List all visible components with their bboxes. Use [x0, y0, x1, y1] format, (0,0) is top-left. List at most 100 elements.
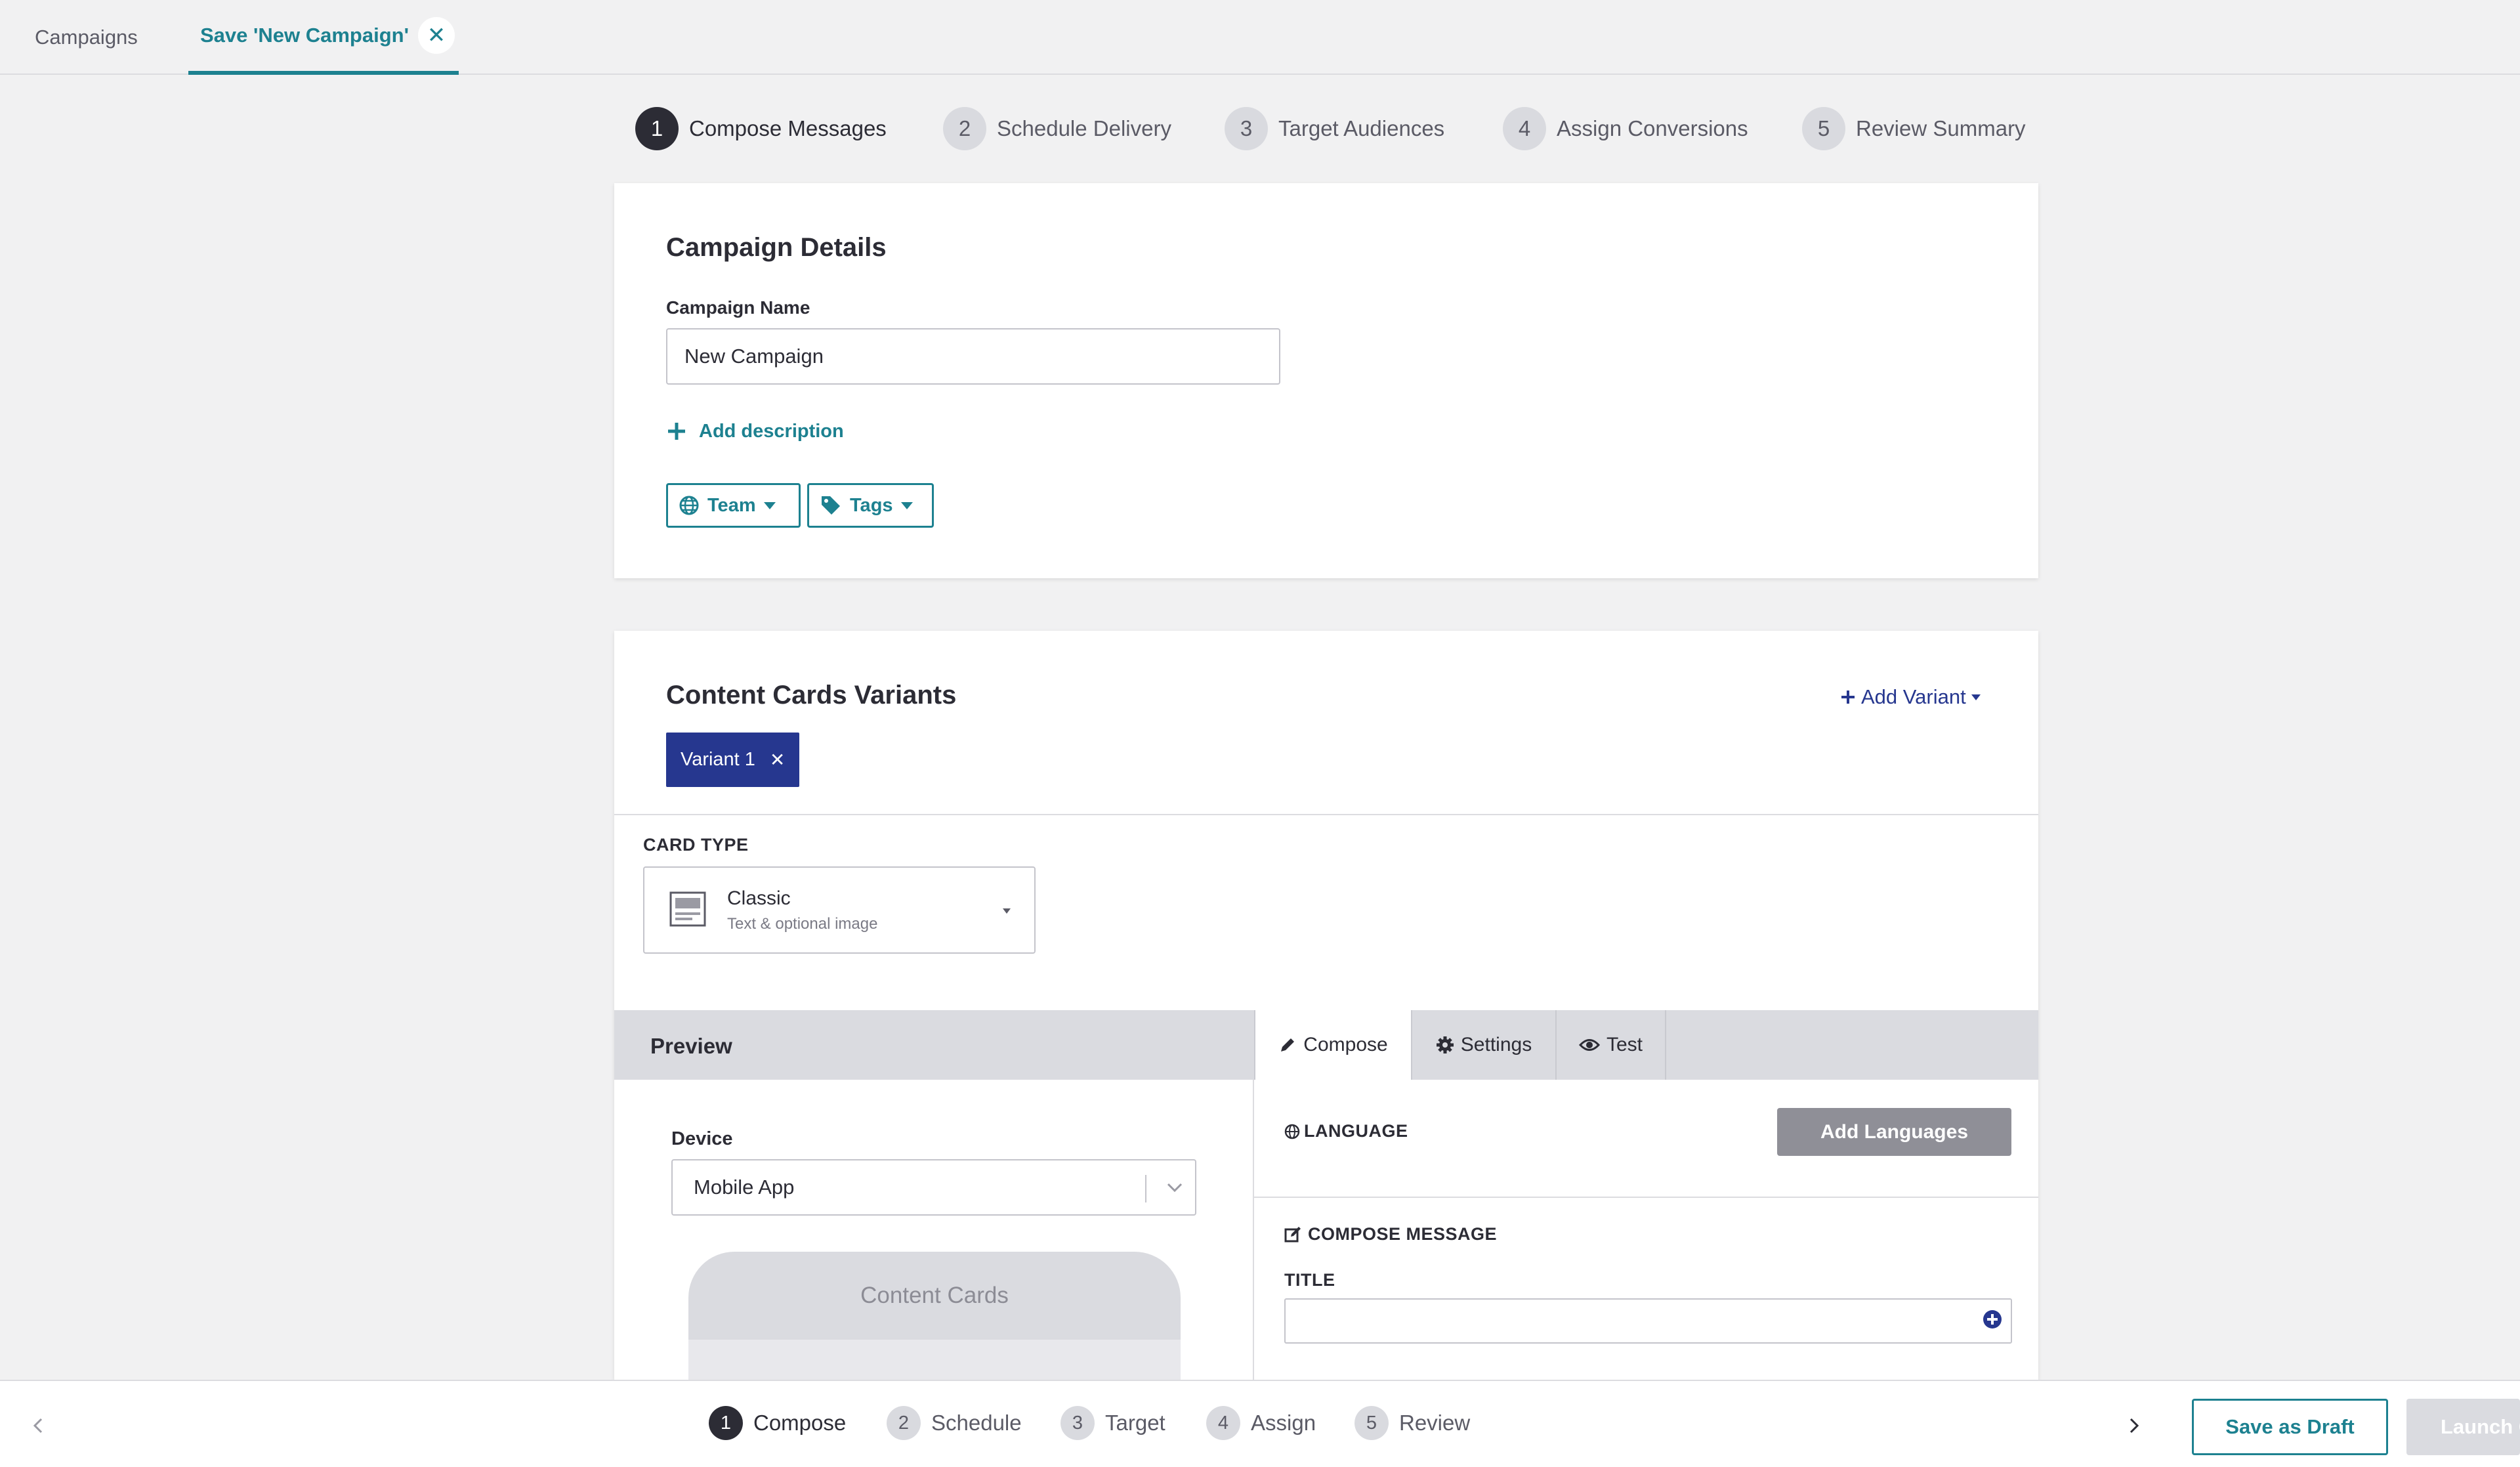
step-number: 1: [635, 107, 679, 150]
close-icon[interactable]: ✕: [417, 17, 455, 54]
divider: [1145, 1175, 1146, 1202]
chevron-down-icon: [1971, 694, 1981, 700]
card-type-label: CARD TYPE: [643, 835, 749, 855]
device-value: Mobile App: [694, 1176, 795, 1199]
divider: [614, 814, 2038, 815]
globe-icon: [1284, 1124, 1300, 1139]
tab-campaigns[interactable]: Campaigns: [35, 0, 138, 75]
step-number: 2: [943, 107, 986, 150]
variant-tab-1[interactable]: Variant 1 ✕: [666, 733, 800, 787]
step-number: 2: [887, 1406, 921, 1440]
bottom-step-assign[interactable]: 4 Assign: [1206, 1404, 1316, 1442]
gear-icon: [1436, 1036, 1454, 1053]
save-as-draft-button[interactable]: Save as Draft: [2192, 1399, 2388, 1455]
chevron-down-icon: [1167, 1183, 1183, 1193]
step-label: Compose Messages: [689, 116, 887, 140]
variants-title: Content Cards Variants: [666, 681, 957, 710]
tab-compose[interactable]: Compose: [1254, 1010, 1412, 1080]
campaign-name-value: New Campaign: [684, 345, 824, 368]
compose-message-label: COMPOSE MESSAGE: [1284, 1224, 1497, 1244]
step-label: Compose: [753, 1411, 847, 1435]
top-tab-bar: Campaigns Save 'New Campaign' ✕: [0, 0, 2520, 75]
eye-icon: [1578, 1039, 1600, 1051]
compose-message-text: COMPOSE MESSAGE: [1308, 1224, 1498, 1244]
campaign-details-card: Campaign Details Campaign Name New Campa…: [614, 183, 2038, 578]
close-icon[interactable]: ✕: [770, 749, 785, 771]
step-number: 1: [709, 1406, 743, 1440]
step-number: 3: [1060, 1406, 1095, 1440]
step-number: 5: [1802, 107, 1845, 150]
step-label: Assign: [1251, 1411, 1316, 1435]
team-dropdown[interactable]: Team: [666, 483, 801, 528]
variants-card: Content Cards Variants Add Variant Varia…: [614, 631, 2038, 1380]
step-number: 4: [1206, 1406, 1240, 1440]
compose-panel: LANGUAGE Add Languages COMPOSE MESSAGE T…: [1254, 1080, 2038, 1380]
step-number: 4: [1503, 107, 1546, 150]
bottom-bar: 1 Compose 2 Schedule 3 Target 4 Assign 5…: [0, 1380, 2520, 1467]
tag-icon: [822, 496, 840, 515]
device-select[interactable]: Mobile App: [671, 1159, 1196, 1216]
step-label: Assign Conversions: [1557, 116, 1748, 140]
title-input[interactable]: [1284, 1298, 2012, 1344]
add-description-link[interactable]: Add description: [666, 418, 844, 444]
add-description-label: Add description: [699, 420, 844, 442]
tags-dropdown[interactable]: Tags: [807, 483, 934, 528]
phone-header: Content Cards: [860, 1283, 1009, 1308]
pencil-icon: [1281, 1038, 1295, 1052]
step-number: 3: [1225, 107, 1268, 150]
chevron-down-icon: [763, 501, 776, 509]
edit-square-icon: [1284, 1226, 1301, 1242]
card-type-desc: Text & optional image: [727, 915, 878, 933]
step-assign-conversions[interactable]: 4 Assign Conversions: [1503, 105, 1748, 152]
card-type-select[interactable]: Classic Text & optional image: [643, 866, 1036, 954]
add-variant-label: Add Variant: [1861, 685, 1966, 708]
divider: [1254, 1197, 2038, 1198]
preview-panel: Device Mobile App Content Cards: [614, 1080, 1254, 1380]
tab-settings[interactable]: Settings: [1412, 1010, 1557, 1080]
title-label: TITLE: [1284, 1270, 1335, 1290]
tab-save-label: Save 'New Campaign': [200, 24, 409, 47]
add-languages-button[interactable]: Add Languages: [1777, 1108, 2011, 1156]
bottom-step-target[interactable]: 3 Target: [1060, 1404, 1166, 1442]
tab-save-new-campaign[interactable]: Save 'New Campaign' ✕: [188, 0, 459, 75]
variant-tab-label: Variant 1: [681, 749, 755, 770]
step-review-summary[interactable]: 5 Review Summary: [1802, 105, 2026, 152]
campaign-name-input[interactable]: New Campaign: [666, 328, 1280, 385]
add-circle-icon[interactable]: [1982, 1309, 2003, 1330]
phone-body: [688, 1340, 1181, 1380]
globe-icon: [679, 496, 699, 515]
plus-icon: [1841, 691, 1855, 704]
step-schedule-delivery[interactable]: 2 Schedule Delivery: [943, 105, 1171, 152]
bottom-step-schedule[interactable]: 2 Schedule: [887, 1404, 1022, 1442]
step-label: Schedule Delivery: [997, 116, 1171, 140]
step-label: Review Summary: [1856, 116, 2026, 140]
step-number: 5: [1354, 1406, 1389, 1440]
step-label: Target Audiences: [1278, 116, 1445, 140]
step-compose-messages[interactable]: 1 Compose Messages: [635, 105, 887, 152]
preview-title: Preview: [650, 1034, 732, 1058]
tab-compose-label: Compose: [1303, 1034, 1388, 1055]
language-label: LANGUAGE: [1284, 1121, 1408, 1141]
phone-preview: Content Cards: [688, 1252, 1181, 1380]
add-variant-button[interactable]: Add Variant: [1840, 683, 1981, 711]
campaign-details-title: Campaign Details: [666, 233, 887, 262]
chevron-down-icon: [900, 501, 913, 509]
step-label: Review: [1399, 1411, 1471, 1435]
tab-campaigns-label: Campaigns: [35, 26, 138, 49]
tab-test-label: Test: [1606, 1034, 1643, 1055]
step-target-audiences[interactable]: 3 Target Audiences: [1225, 105, 1444, 152]
chevron-left-icon[interactable]: [32, 1417, 46, 1434]
step-label: Schedule: [931, 1411, 1022, 1435]
tags-label: Tags: [850, 494, 893, 516]
image-card-icon: [669, 891, 706, 927]
chevron-right-icon[interactable]: [2126, 1417, 2141, 1434]
language-label-text: LANGUAGE: [1304, 1121, 1408, 1141]
tab-test[interactable]: Test: [1557, 1010, 1666, 1080]
team-label: Team: [707, 494, 756, 516]
bottom-step-compose[interactable]: 1 Compose: [709, 1404, 846, 1442]
plus-icon: [668, 423, 685, 440]
launch-button[interactable]: Launch C: [2406, 1399, 2520, 1455]
bottom-step-review[interactable]: 5 Review: [1354, 1404, 1470, 1442]
device-label: Device: [671, 1128, 733, 1149]
chevron-down-icon: [1003, 908, 1011, 914]
